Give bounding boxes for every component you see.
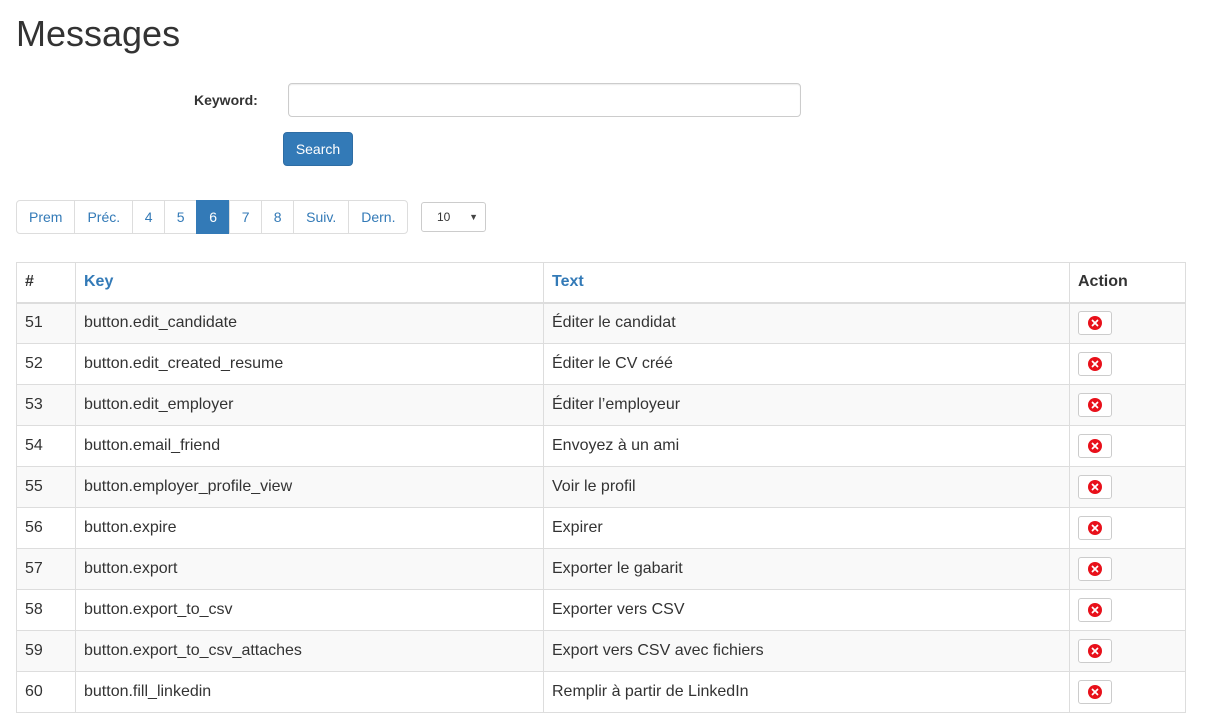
delete-button[interactable] <box>1078 680 1112 704</box>
header-action: Action <box>1069 262 1186 304</box>
row-num: 52 <box>16 343 76 385</box>
row-action <box>1069 384 1186 426</box>
delete-x-icon <box>1088 562 1102 576</box>
delete-button[interactable] <box>1078 393 1112 417</box>
row-key: button.edit_employer <box>75 384 544 426</box>
delete-button[interactable] <box>1078 434 1112 458</box>
row-key: button.edit_created_resume <box>75 343 544 385</box>
page-size-select[interactable]: 10 ▼ <box>421 202 486 232</box>
page-size-value: 10 <box>437 210 451 224</box>
page-last[interactable]: Dern. <box>348 200 409 234</box>
table-header-row: # Key Text Action <box>16 262 1186 304</box>
page-prev[interactable]: Préc. <box>74 200 134 234</box>
delete-x-icon <box>1088 357 1102 371</box>
caret-down-icon: ▼ <box>469 212 478 222</box>
delete-x-icon <box>1088 398 1102 412</box>
delete-button[interactable] <box>1078 639 1112 663</box>
row-text: Exporter le gabarit <box>543 548 1070 590</box>
pagination: Prem Préc. 4 5 6 7 8 Suiv. Dern. <box>16 200 409 234</box>
page-5[interactable]: 5 <box>164 200 198 234</box>
table-row: 51 button.edit_candidate Éditer le candida… <box>16 302 1186 344</box>
table-row: 52 button.edit_created_resume Éditer le CV… <box>16 343 1186 385</box>
row-num: 57 <box>16 548 76 590</box>
delete-button[interactable] <box>1078 475 1112 499</box>
table-row: 55 button.employer_profile_view Voir le pr… <box>16 466 1186 508</box>
row-text: Remplir à partir de LinkedIn <box>543 671 1070 713</box>
row-num: 60 <box>16 671 76 713</box>
delete-x-icon <box>1088 603 1102 617</box>
delete-x-icon <box>1088 480 1102 494</box>
row-action <box>1069 343 1186 385</box>
delete-button[interactable] <box>1078 311 1112 336</box>
delete-button[interactable] <box>1078 516 1112 540</box>
row-action <box>1069 507 1186 549</box>
delete-button[interactable] <box>1078 352 1112 376</box>
page-7[interactable]: 7 <box>229 200 263 234</box>
row-num: 58 <box>16 589 76 631</box>
row-action <box>1069 425 1186 467</box>
delete-button[interactable] <box>1078 557 1112 581</box>
row-key: button.fill_linkedin <box>75 671 544 713</box>
row-text: Export vers CSV avec fichiers <box>543 630 1070 672</box>
table-row: 60 button.fill_linkedin Remplir à partir d… <box>16 671 1186 713</box>
keyword-input[interactable] <box>288 83 801 117</box>
header-text[interactable]: Text <box>543 262 1070 304</box>
table-row: 54 button.email_friend Envoyez à un ami <box>16 425 1186 467</box>
table-row: 53 button.edit_employer Éditer l’employeur <box>16 384 1186 426</box>
table-row: 57 button.export Exporter le gabarit <box>16 548 1186 590</box>
page-8[interactable]: 8 <box>261 200 295 234</box>
row-text: Éditer l’employeur <box>543 384 1070 426</box>
page-4[interactable]: 4 <box>132 200 166 234</box>
delete-x-icon <box>1088 316 1102 331</box>
row-text: Éditer le candidat <box>543 302 1070 344</box>
row-num: 55 <box>16 466 76 508</box>
row-text: Exporter vers CSV <box>543 589 1070 631</box>
search-button[interactable]: Search <box>283 132 353 166</box>
delete-x-icon <box>1088 521 1102 535</box>
page-title: Messages <box>16 13 181 54</box>
header-num: # <box>16 262 76 304</box>
table-row: 56 button.expire Expirer <box>16 507 1186 549</box>
row-num: 53 <box>16 384 76 426</box>
row-key: button.expire <box>75 507 544 549</box>
row-num: 59 <box>16 630 76 672</box>
row-action <box>1069 548 1186 590</box>
row-num: 54 <box>16 425 76 467</box>
row-action <box>1069 302 1186 344</box>
messages-table: # Key Text Action 51 button.edit_candidat… <box>16 262 1186 713</box>
row-key: button.export_to_csv_attaches <box>75 630 544 672</box>
row-num: 51 <box>16 302 76 344</box>
keyword-label: Keyword: <box>194 92 258 108</box>
row-key: button.edit_candidate <box>75 302 544 344</box>
delete-x-icon <box>1088 644 1102 658</box>
table-row: 58 button.export_to_csv Exporter vers CSV <box>16 589 1186 631</box>
row-action <box>1069 589 1186 631</box>
row-action <box>1069 630 1186 672</box>
row-key: button.export_to_csv <box>75 589 544 631</box>
header-key[interactable]: Key <box>75 262 544 304</box>
delete-x-icon <box>1088 439 1102 453</box>
page-first[interactable]: Prem <box>16 200 76 234</box>
table-row: 59 button.export_to_csv_attaches Export ve… <box>16 630 1186 672</box>
row-num: 56 <box>16 507 76 549</box>
row-key: button.export <box>75 548 544 590</box>
row-action <box>1069 671 1186 713</box>
page-next[interactable]: Suiv. <box>293 200 350 234</box>
delete-x-icon <box>1088 685 1102 699</box>
row-text: Voir le profil <box>543 466 1070 508</box>
row-key: button.email_friend <box>75 425 544 467</box>
row-key: button.employer_profile_view <box>75 466 544 508</box>
row-text: Éditer le CV créé <box>543 343 1070 385</box>
delete-button[interactable] <box>1078 598 1112 622</box>
row-action <box>1069 466 1186 508</box>
row-text: Envoyez à un ami <box>543 425 1070 467</box>
row-text: Expirer <box>543 507 1070 549</box>
page-6-current[interactable]: 6 <box>196 200 231 234</box>
